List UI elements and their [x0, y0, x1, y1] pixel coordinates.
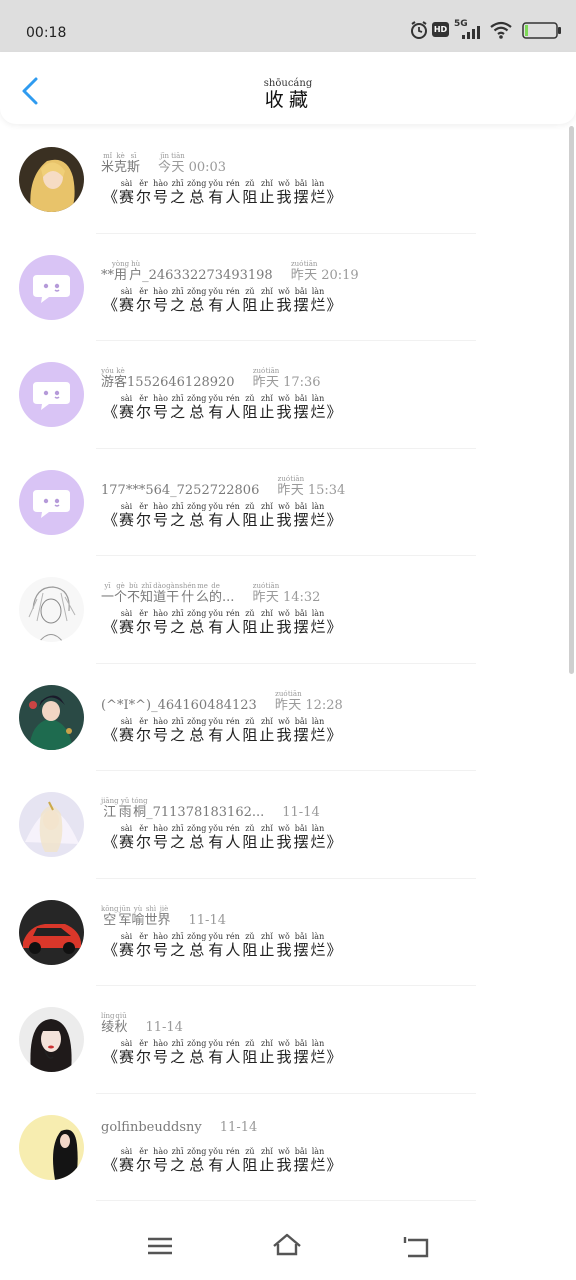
list-item[interactable]: 游yóu客kè1552646128920 昨zuó天tiān 17:36 《赛sài… [0, 341, 576, 449]
bottom-nav-bar [0, 1214, 576, 1280]
signal-5g-icon: 5G [454, 19, 482, 40]
avatar[interactable] [19, 899, 84, 965]
item-meta: 空kōng军jūn喻yù世shì界jiè 11-14 [101, 905, 226, 928]
status-bar: 00:18 HD 5G [0, 0, 576, 52]
list-item[interactable]: 米mǐ克kè斯sī 今jīn天tiān 00:03 《赛sài尔ěr号hào之zhī… [0, 126, 576, 234]
home-icon[interactable] [272, 1232, 302, 1260]
item-meta: 177***564_7252722806 昨zuó天tiān 15:34 [101, 475, 345, 498]
book-title[interactable]: 《赛sài尔ěr号hào之zhī总zǒng有yǒu人rén阻zǔ止zhǐ我wǒ摆… [103, 609, 342, 637]
favorites-list: 米mǐ克kè斯sī 今jīn天tiān 00:03 《赛sài尔ěr号hào之zhī… [0, 126, 576, 1201]
user-name: 米mǐ克kè斯sī [101, 152, 141, 175]
list-item[interactable]: 绫líng秋qiū 11-14 《赛sài尔ěr号hào之zhī总zǒng有yǒu人… [0, 986, 576, 1094]
book-title[interactable]: 《赛sài尔ěr号hào之zhī总zǒng有yǒu人rén阻zǔ止zhǐ我wǒ摆… [103, 394, 342, 422]
user-name: 一yī个gè不bù知zhī道dào干gàn什shén么me的de... [101, 582, 235, 605]
item-time: 11-14 [145, 1020, 183, 1035]
item-meta: (^*I*^)_464160484123 昨zuó天tiān 12:28 [101, 690, 343, 713]
list-item[interactable]: 177***564_7252722806 昨zuó天tiān 15:34 《赛sài… [0, 449, 576, 556]
wifi-icon [490, 21, 512, 39]
book-title[interactable]: 《赛sài尔ěr号hào之zhī总zǒng有yǒu人rén阻zǔ止zhǐ我wǒ摆… [103, 932, 342, 960]
book-title[interactable]: 《赛sài尔ěr号hào之zhī总zǒng有yǒu人rén阻zǔ止zhǐ我wǒ摆… [103, 1039, 342, 1067]
alarm-icon [411, 21, 427, 39]
status-time: 00:18 [26, 25, 67, 41]
item-time: 昨zuó天tiān 15:34 [277, 474, 346, 498]
book-title[interactable]: 《赛sài尔ěr号hào之zhī总zǒng有yǒu人rén阻zǔ止zhǐ我wǒ摆… [103, 824, 342, 852]
avatar[interactable] [19, 362, 84, 427]
item-time: 昨zuó天tiān 14:32 [252, 582, 321, 605]
hd-icon: HD [432, 22, 449, 37]
list-item[interactable]: (^*I*^)_464160484123 昨zuó天tiān 12:28 《赛sài… [0, 664, 576, 771]
list-item[interactable]: 一yī个gè不bù知zhī道dào干gàn什shén么me的de... 昨zuó天… [0, 556, 576, 664]
item-time: 今jīn天tiān 00:03 [158, 152, 227, 175]
battery-icon [522, 22, 561, 39]
item-time: 昨zuó天tiān 12:28 [274, 689, 343, 713]
book-title[interactable]: 《赛sài尔ěr号hào之zhī总zǒng有yǒu人rén阻zǔ止zhǐ我wǒ摆… [103, 287, 342, 315]
item-time: 11-14 [219, 1119, 258, 1135]
avatar[interactable] [19, 1114, 84, 1180]
page-title: 收shōu藏cáng [263, 78, 313, 111]
list-item[interactable]: golfinbeuddsny 11-14 《赛sài尔ěr号hào之zhī总zǒng… [0, 1094, 576, 1201]
avatar[interactable] [19, 1007, 84, 1072]
user-name: 空kōng军jūn喻yù世shì界jiè [101, 904, 171, 928]
item-meta: 米mǐ克kè斯sī 今jīn天tiān 00:03 [101, 152, 226, 175]
item-time: 昨zuó天tiān 17:36 [252, 367, 321, 390]
book-title[interactable]: 《赛sài尔ěr号hào之zhī总zǒng有yǒu人rén阻zǔ止zhǐ我wǒ摆… [103, 502, 342, 530]
list-item[interactable]: 空kōng军jūn喻yù世shì界jiè 11-14 《赛sài尔ěr号hào之zh… [0, 879, 576, 986]
book-title[interactable]: 《赛sài尔ěr号hào之zhī总zǒng有yǒu人rén阻zǔ止zhǐ我wǒ摆… [103, 1147, 342, 1175]
user-name: 绫líng秋qiū [101, 1012, 128, 1035]
item-meta: golfinbeuddsny 11-14 [101, 1120, 257, 1135]
item-time: 11-14 [188, 912, 226, 928]
user-name: 江jiāng雨yǔ桐tóng_711378183162... [101, 797, 265, 820]
user-name: **用yòng户hù_246332273493198 [101, 259, 273, 283]
item-meta: 绫líng秋qiū 11-14 [101, 1012, 183, 1035]
item-meta: **用yòng户hù_246332273493198 昨zuó天tiān 20:1… [101, 260, 359, 283]
item-time: 11-14 [282, 805, 320, 820]
list-item[interactable]: 江jiāng雨yǔ桐tóng_711378183162... 11-14 《赛sài… [0, 771, 576, 879]
user-name: 游yóu客kè1552646128920 [101, 367, 235, 390]
user-name: golfinbeuddsny [101, 1119, 202, 1135]
book-title[interactable]: 《赛sài尔ěr号hào之zhī总zǒng有yǒu人rén阻zǔ止zhǐ我wǒ摆… [103, 179, 342, 207]
avatar[interactable] [19, 147, 84, 212]
avatar[interactable] [19, 684, 84, 750]
item-time: 昨zuó天tiān 20:19 [290, 259, 359, 283]
item-meta: 游yóu客kè1552646128920 昨zuó天tiān 17:36 [101, 367, 321, 390]
menu-icon[interactable] [145, 1232, 175, 1260]
avatar[interactable] [19, 254, 84, 320]
item-meta: 江jiāng雨yǔ桐tóng_711378183162... 11-14 [101, 797, 320, 820]
avatar[interactable] [19, 469, 84, 535]
avatar[interactable] [19, 792, 84, 857]
divider [96, 1200, 476, 1201]
book-title[interactable]: 《赛sài尔ěr号hào之zhī总zǒng有yǒu人rén阻zǔ止zhǐ我wǒ摆… [103, 717, 342, 745]
user-name: (^*I*^)_464160484123 [101, 697, 257, 713]
item-meta: 一yī个gè不bù知zhī道dào干gàn什shén么me的de... 昨zuó天… [101, 582, 320, 605]
app-header: 收shōu藏cáng [0, 52, 576, 124]
nav-back-icon[interactable] [401, 1232, 431, 1260]
user-name: 177***564_7252722806 [101, 482, 260, 498]
list-item[interactable]: **用yòng户hù_246332273493198 昨zuó天tiān 20:1… [0, 234, 576, 341]
avatar[interactable] [19, 577, 84, 642]
